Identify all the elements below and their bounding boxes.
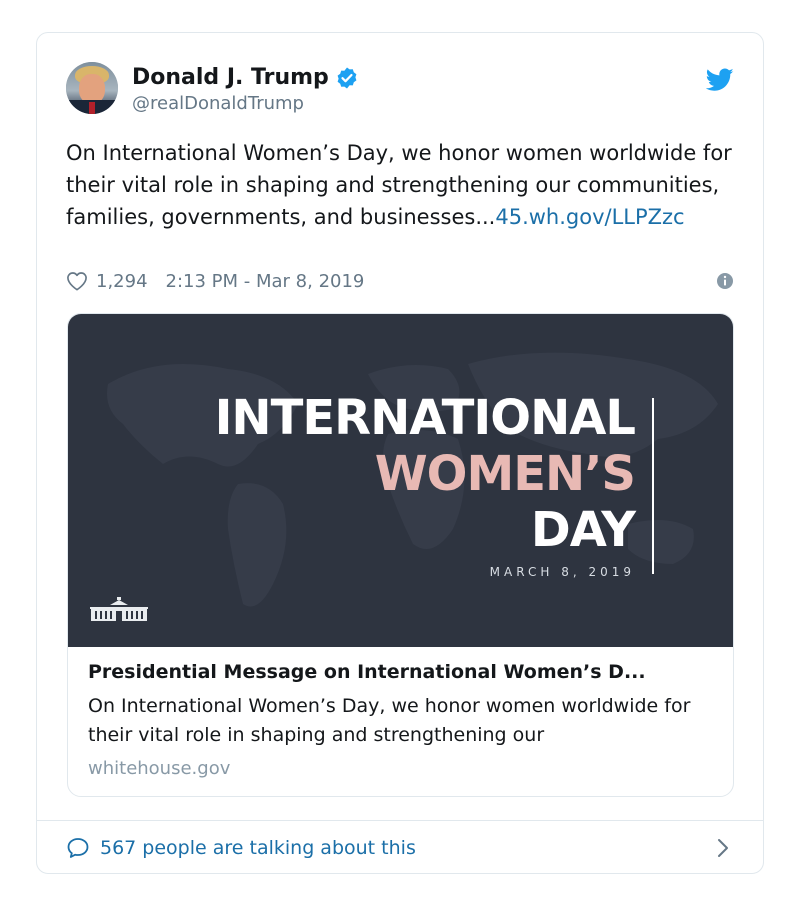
banner-divider [652,398,654,574]
link-preview-description: On International Women’s Day, we honor w… [88,695,691,746]
chevron-right-icon[interactable] [716,837,730,864]
author-name-row[interactable]: Donald J. Trump [132,65,359,90]
link-preview-card[interactable]: INTERNATIONAL WOMEN’S DAY MARCH 8, 2019 [67,313,734,797]
author-handle[interactable]: @realDonaldTrump [132,93,304,114]
banner-title: INTERNATIONAL WOMEN’S DAY MARCH 8, 2019 [214,390,636,579]
link-preview-body: Presidential Message on International Wo… [88,658,718,779]
info-icon[interactable] [716,272,734,295]
tweet-text: On International Women’s Day, we honor w… [66,137,738,233]
tweet-timestamp[interactable]: 2:13 PM - Mar 8, 2019 [166,271,365,292]
author-name[interactable]: Donald J. Trump [132,65,329,90]
white-house-icon [90,597,148,627]
talking-about-link[interactable]: 567 people are talking about this [100,837,416,859]
banner-line-2: WOMEN’S [374,446,636,502]
heart-icon[interactable] [66,271,88,291]
twitter-bird-icon[interactable] [705,68,734,96]
like-count[interactable]: 1,294 [96,271,148,292]
conversation-footer[interactable]: 567 people are talking about this [66,833,734,863]
tweet-header: Donald J. Trump @realDonaldTrump [66,62,734,122]
tweet-link[interactable]: 45.wh.gov/LLPZzc [495,205,684,229]
link-preview-title[interactable]: Presidential Message on International Wo… [88,658,718,686]
banner-line-1: INTERNATIONAL [214,390,636,446]
avatar[interactable] [66,62,118,114]
link-preview-domain: whitehouse.gov [88,758,231,779]
verified-badge-icon [335,66,359,90]
link-preview-image: INTERNATIONAL WOMEN’S DAY MARCH 8, 2019 [68,314,733,647]
tweet-embed-card: Donald J. Trump @realDonaldTrump On Inte… [36,32,764,874]
speech-bubble-icon [66,837,90,859]
tweet-meta: 1,294 2:13 PM - Mar 8, 2019 [66,268,734,294]
banner-line-3: DAY [530,502,636,558]
banner-date: MARCH 8, 2019 [489,565,635,579]
footer-divider [37,820,763,821]
